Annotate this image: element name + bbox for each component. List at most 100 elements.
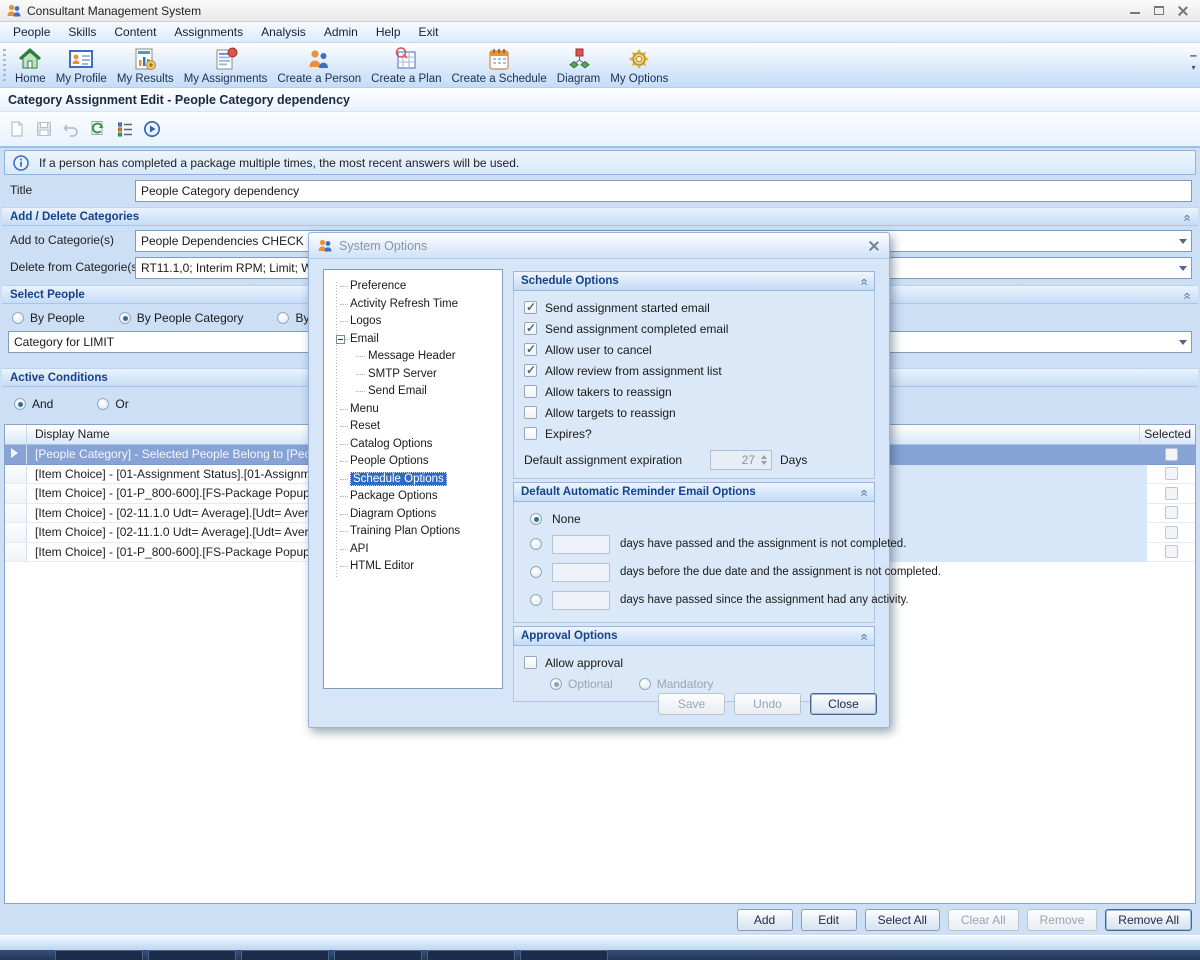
windows-taskbar[interactable]: [0, 950, 1200, 960]
schedule-checkbox-row[interactable]: Allow user to cancel: [524, 339, 864, 360]
dropdown-arrow-icon[interactable]: [1179, 239, 1187, 244]
menu-item[interactable]: Exit: [410, 23, 448, 41]
row-checkbox[interactable]: [1165, 545, 1178, 558]
dialog-button[interactable]: Close: [810, 693, 877, 715]
tree-item[interactable]: HTML Editor: [328, 558, 498, 576]
logic-radio[interactable]: Or: [97, 397, 128, 411]
approval-radio[interactable]: Optional: [550, 677, 613, 691]
schedule-checkbox-row[interactable]: Allow review from assignment list: [524, 360, 864, 381]
checkbox-icon[interactable]: [524, 301, 537, 314]
toolbar-overflow-icon[interactable]: ▔▾: [1189, 57, 1198, 71]
dropdown-arrow-icon[interactable]: [1179, 340, 1187, 345]
reminder-days-input[interactable]: [552, 563, 610, 582]
footer-button[interactable]: Select All: [865, 909, 940, 931]
schedule-checkbox-row[interactable]: Expires?: [524, 423, 864, 444]
toolbar-home-button[interactable]: Home: [10, 45, 51, 86]
toolbar-grip-icon[interactable]: [3, 49, 6, 81]
footer-button[interactable]: Remove All: [1105, 909, 1192, 931]
new-document-icon[interactable]: [8, 120, 26, 138]
toolbar-my-assignments-button[interactable]: My Assignments: [179, 45, 273, 86]
checkbox-icon[interactable]: [524, 406, 537, 419]
checkbox-icon[interactable]: [524, 364, 537, 377]
row-checkbox[interactable]: [1165, 506, 1178, 519]
properties-list-icon[interactable]: [116, 120, 134, 138]
footer-button[interactable]: Add: [737, 909, 793, 931]
tree-item[interactable]: Logos: [328, 313, 498, 331]
menu-item[interactable]: Analysis: [252, 23, 315, 41]
refresh-icon[interactable]: [89, 120, 107, 138]
tree-item[interactable]: People Options: [328, 453, 498, 471]
menu-item[interactable]: People: [4, 23, 59, 41]
dialog-close-icon[interactable]: [867, 239, 881, 253]
undo-icon[interactable]: [62, 120, 80, 138]
dialog-button[interactable]: Save: [658, 693, 725, 715]
schedule-checkbox-row[interactable]: Allow takers to reassign: [524, 381, 864, 402]
select-people-radio[interactable]: By People: [12, 311, 85, 325]
schedule-options-header[interactable]: Schedule Options «: [513, 271, 875, 291]
row-selected-cell[interactable]: [1147, 504, 1195, 524]
collapse-chevron-icon[interactable]: «: [859, 489, 869, 494]
run-icon[interactable]: [143, 120, 161, 138]
tree-item[interactable]: Training Plan Options: [328, 523, 498, 541]
save-icon[interactable]: [35, 120, 53, 138]
expiration-spinner[interactable]: 27: [710, 450, 772, 470]
checkbox-icon[interactable]: [524, 322, 537, 335]
checkbox-icon[interactable]: [524, 343, 537, 356]
footer-button[interactable]: Remove: [1027, 909, 1098, 931]
row-checkbox[interactable]: [1165, 448, 1178, 461]
tree-item[interactable]: Schedule Options: [328, 471, 498, 489]
approval-options-header[interactable]: Approval Options «: [513, 626, 875, 646]
approval-radio[interactable]: Mandatory: [639, 677, 714, 691]
tree-collapse-icon[interactable]: [336, 335, 345, 344]
reminder-option-row[interactable]: days before the due date and the assignm…: [524, 558, 864, 586]
minimize-icon[interactable]: [1130, 7, 1140, 14]
schedule-checkbox-row[interactable]: Send assignment started email: [524, 297, 864, 318]
row-selected-cell[interactable]: [1147, 543, 1195, 563]
tree-item[interactable]: Package Options: [328, 488, 498, 506]
schedule-checkbox-row[interactable]: Allow targets to reassign: [524, 402, 864, 423]
logic-radio[interactable]: And: [14, 397, 53, 411]
toolbar-diagram-button[interactable]: Diagram: [552, 45, 605, 86]
checkbox-icon[interactable]: [524, 427, 537, 440]
footer-button[interactable]: Clear All: [948, 909, 1019, 931]
tree-item[interactable]: Menu: [328, 401, 498, 419]
row-selected-cell[interactable]: [1147, 484, 1195, 504]
footer-button[interactable]: Edit: [801, 909, 857, 931]
collapse-chevron-icon[interactable]: «: [1182, 292, 1192, 297]
tree-item[interactable]: Catalog Options: [328, 436, 498, 454]
reminder-option-row[interactable]: days have passed since the assignment ha…: [524, 586, 864, 614]
spinner-up-icon[interactable]: [761, 455, 767, 459]
menu-item[interactable]: Content: [105, 23, 165, 41]
collapse-chevron-icon[interactable]: «: [859, 633, 869, 638]
collapse-chevron-icon[interactable]: «: [859, 278, 869, 283]
title-input[interactable]: [135, 180, 1192, 202]
checkbox-icon[interactable]: [524, 656, 537, 669]
allow-approval-checkbox-row[interactable]: Allow approval: [524, 652, 864, 673]
row-selected-cell[interactable]: [1147, 465, 1195, 485]
tree-item[interactable]: Diagram Options: [328, 506, 498, 524]
section-header-add-delete[interactable]: Add / Delete Categories «: [2, 207, 1198, 226]
row-selected-cell[interactable]: [1147, 523, 1195, 543]
toolbar-create-plan-button[interactable]: Create a Plan: [366, 45, 446, 86]
menu-item[interactable]: Admin: [315, 23, 367, 41]
toolbar-my-results-button[interactable]: My Results: [112, 45, 179, 86]
row-checkbox[interactable]: [1165, 467, 1178, 480]
toolbar-create-person-button[interactable]: Create a Person: [272, 45, 366, 86]
reminder-none-radio[interactable]: None: [524, 508, 864, 530]
tree-item[interactable]: Activity Refresh Time: [328, 296, 498, 314]
reminder-days-input[interactable]: [552, 591, 610, 610]
menu-item[interactable]: Help: [367, 23, 410, 41]
column-header-selected[interactable]: Selected: [1140, 425, 1195, 444]
tree-item[interactable]: Preference: [328, 278, 498, 296]
dialog-button[interactable]: Undo: [734, 693, 801, 715]
close-icon[interactable]: [1178, 6, 1188, 15]
toolbar-create-schedule-button[interactable]: Create a Schedule: [447, 45, 552, 86]
reminder-options-header[interactable]: Default Automatic Reminder Email Options…: [513, 482, 875, 502]
row-checkbox[interactable]: [1165, 526, 1178, 539]
dropdown-arrow-icon[interactable]: [1179, 266, 1187, 271]
tree-item[interactable]: API: [328, 541, 498, 559]
row-checkbox[interactable]: [1165, 487, 1178, 500]
tree-item[interactable]: Email: [328, 331, 498, 349]
row-selected-cell[interactable]: [1147, 445, 1195, 465]
spinner-down-icon[interactable]: [761, 461, 767, 465]
